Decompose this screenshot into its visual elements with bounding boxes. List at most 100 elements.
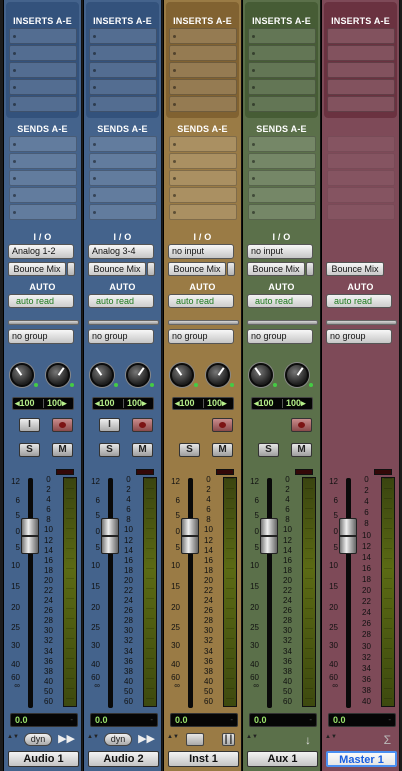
record-enable-button[interactable] (291, 418, 312, 432)
mute-button[interactable]: M (212, 443, 233, 457)
input-monitor-button[interactable]: I (99, 418, 120, 432)
clip-indicator[interactable] (136, 469, 154, 475)
pan-readout[interactable]: ◂100 100▸ (92, 397, 154, 410)
insert-slot[interactable] (327, 187, 395, 203)
group-selector[interactable]: no group (326, 329, 392, 344)
send-slot[interactable] (89, 136, 157, 152)
pan-knob-right[interactable] (126, 363, 150, 387)
volume-fader[interactable] (260, 518, 278, 554)
insert-slot[interactable] (327, 45, 395, 61)
record-enable-button[interactable] (132, 418, 153, 432)
pan-knob-right[interactable] (206, 363, 230, 387)
send-slot[interactable] (248, 204, 316, 220)
insert-slot[interactable] (9, 79, 77, 95)
output-options-icon[interactable] (227, 262, 235, 276)
send-slot[interactable] (9, 170, 77, 186)
insert-slot[interactable] (327, 79, 395, 95)
narrow-arrows-icon[interactable]: ▲▼ (325, 734, 337, 746)
insert-slot[interactable] (248, 62, 316, 78)
solo-button[interactable]: S (19, 443, 40, 457)
insert-slot[interactable] (89, 96, 157, 112)
volume-fader[interactable] (181, 518, 199, 554)
output-options-icon[interactable] (67, 262, 75, 276)
volume-readout[interactable]: 0.0 - (328, 713, 396, 727)
output-selector[interactable]: Bounce Mix (8, 262, 66, 276)
volume-fader[interactable] (21, 518, 39, 554)
send-slot[interactable] (248, 187, 316, 203)
output-selector[interactable]: Bounce Mix (326, 262, 384, 276)
send-slot[interactable] (169, 136, 237, 152)
dynamic-transport-button[interactable]: dyn (24, 733, 52, 746)
insert-slot[interactable] (169, 79, 237, 95)
input-selector[interactable]: no input (168, 244, 234, 259)
pan-knob-left[interactable] (90, 363, 114, 387)
track-name-button[interactable]: Inst 1 (168, 751, 239, 767)
group-selector[interactable]: no group (8, 329, 74, 344)
mute-button[interactable]: M (132, 443, 153, 457)
send-slot[interactable] (9, 136, 77, 152)
insert-slot[interactable] (89, 45, 157, 61)
input-monitor-button[interactable]: I (19, 418, 40, 432)
automation-mode-selector[interactable]: auto read (88, 294, 154, 308)
input-selector[interactable]: Analog 1-2 (8, 244, 74, 259)
solo-button[interactable]: S (99, 443, 120, 457)
insert-slot[interactable] (169, 62, 237, 78)
output-selector[interactable]: Bounce Mix (88, 262, 146, 276)
record-enable-button[interactable] (52, 418, 73, 432)
volume-readout[interactable]: 0.0 - (170, 713, 238, 727)
clip-indicator[interactable] (374, 469, 392, 475)
mute-button[interactable]: M (291, 443, 312, 457)
clip-indicator[interactable] (56, 469, 74, 475)
pan-readout[interactable]: ◂100 100▸ (251, 397, 313, 410)
narrow-arrows-icon[interactable]: ▲▼ (246, 734, 258, 746)
midi-patch-icon[interactable] (186, 733, 204, 746)
volume-fader[interactable] (101, 518, 119, 554)
insert-slot[interactable] (327, 62, 395, 78)
group-selector[interactable]: no group (168, 329, 234, 344)
output-options-icon[interactable] (306, 262, 314, 276)
dynamic-transport-button[interactable]: dyn (104, 733, 132, 746)
insert-slot[interactable] (327, 136, 395, 152)
mute-button[interactable]: M (52, 443, 73, 457)
send-slot[interactable] (89, 187, 157, 203)
insert-slot[interactable] (89, 62, 157, 78)
send-slot[interactable] (248, 170, 316, 186)
track-name-button[interactable]: Master 1 (326, 751, 397, 767)
volume-readout[interactable]: 0.0 - (90, 713, 158, 727)
send-slot[interactable] (9, 204, 77, 220)
midi-keyboard-icon[interactable]: ┃┃ (222, 733, 235, 746)
insert-slot[interactable] (89, 79, 157, 95)
narrow-arrows-icon[interactable]: ▲▼ (7, 734, 19, 746)
automation-mode-selector[interactable]: auto read (326, 294, 392, 308)
insert-slot[interactable] (9, 96, 77, 112)
automation-mode-selector[interactable]: auto read (8, 294, 74, 308)
send-slot[interactable] (248, 153, 316, 169)
output-selector[interactable]: Bounce Mix (168, 262, 226, 276)
pan-knob-left[interactable] (10, 363, 34, 387)
pan-readout[interactable]: ◂100 100▸ (172, 397, 234, 410)
solo-button[interactable]: S (179, 443, 200, 457)
send-slot[interactable] (89, 204, 157, 220)
send-slot[interactable] (89, 153, 157, 169)
pan-knob-right[interactable] (285, 363, 309, 387)
insert-slot[interactable] (327, 170, 395, 186)
pan-knob-left[interactable] (170, 363, 194, 387)
insert-slot[interactable] (248, 45, 316, 61)
insert-slot[interactable] (89, 28, 157, 44)
volume-readout[interactable]: 0.0 - (249, 713, 317, 727)
record-enable-button[interactable] (212, 418, 233, 432)
group-selector[interactable]: no group (247, 329, 313, 344)
insert-slot[interactable] (327, 28, 395, 44)
send-slot[interactable] (169, 153, 237, 169)
narrow-arrows-icon[interactable]: ▲▼ (167, 734, 179, 746)
solo-button[interactable]: S (258, 443, 279, 457)
send-slot[interactable] (169, 204, 237, 220)
output-selector[interactable]: Bounce Mix (247, 262, 305, 276)
track-name-button[interactable]: Audio 1 (8, 751, 79, 767)
insert-slot[interactable] (9, 28, 77, 44)
group-selector[interactable]: no group (88, 329, 154, 344)
insert-slot[interactable] (327, 204, 395, 220)
send-slot[interactable] (169, 170, 237, 186)
send-slot[interactable] (169, 187, 237, 203)
pan-knob-right[interactable] (46, 363, 70, 387)
